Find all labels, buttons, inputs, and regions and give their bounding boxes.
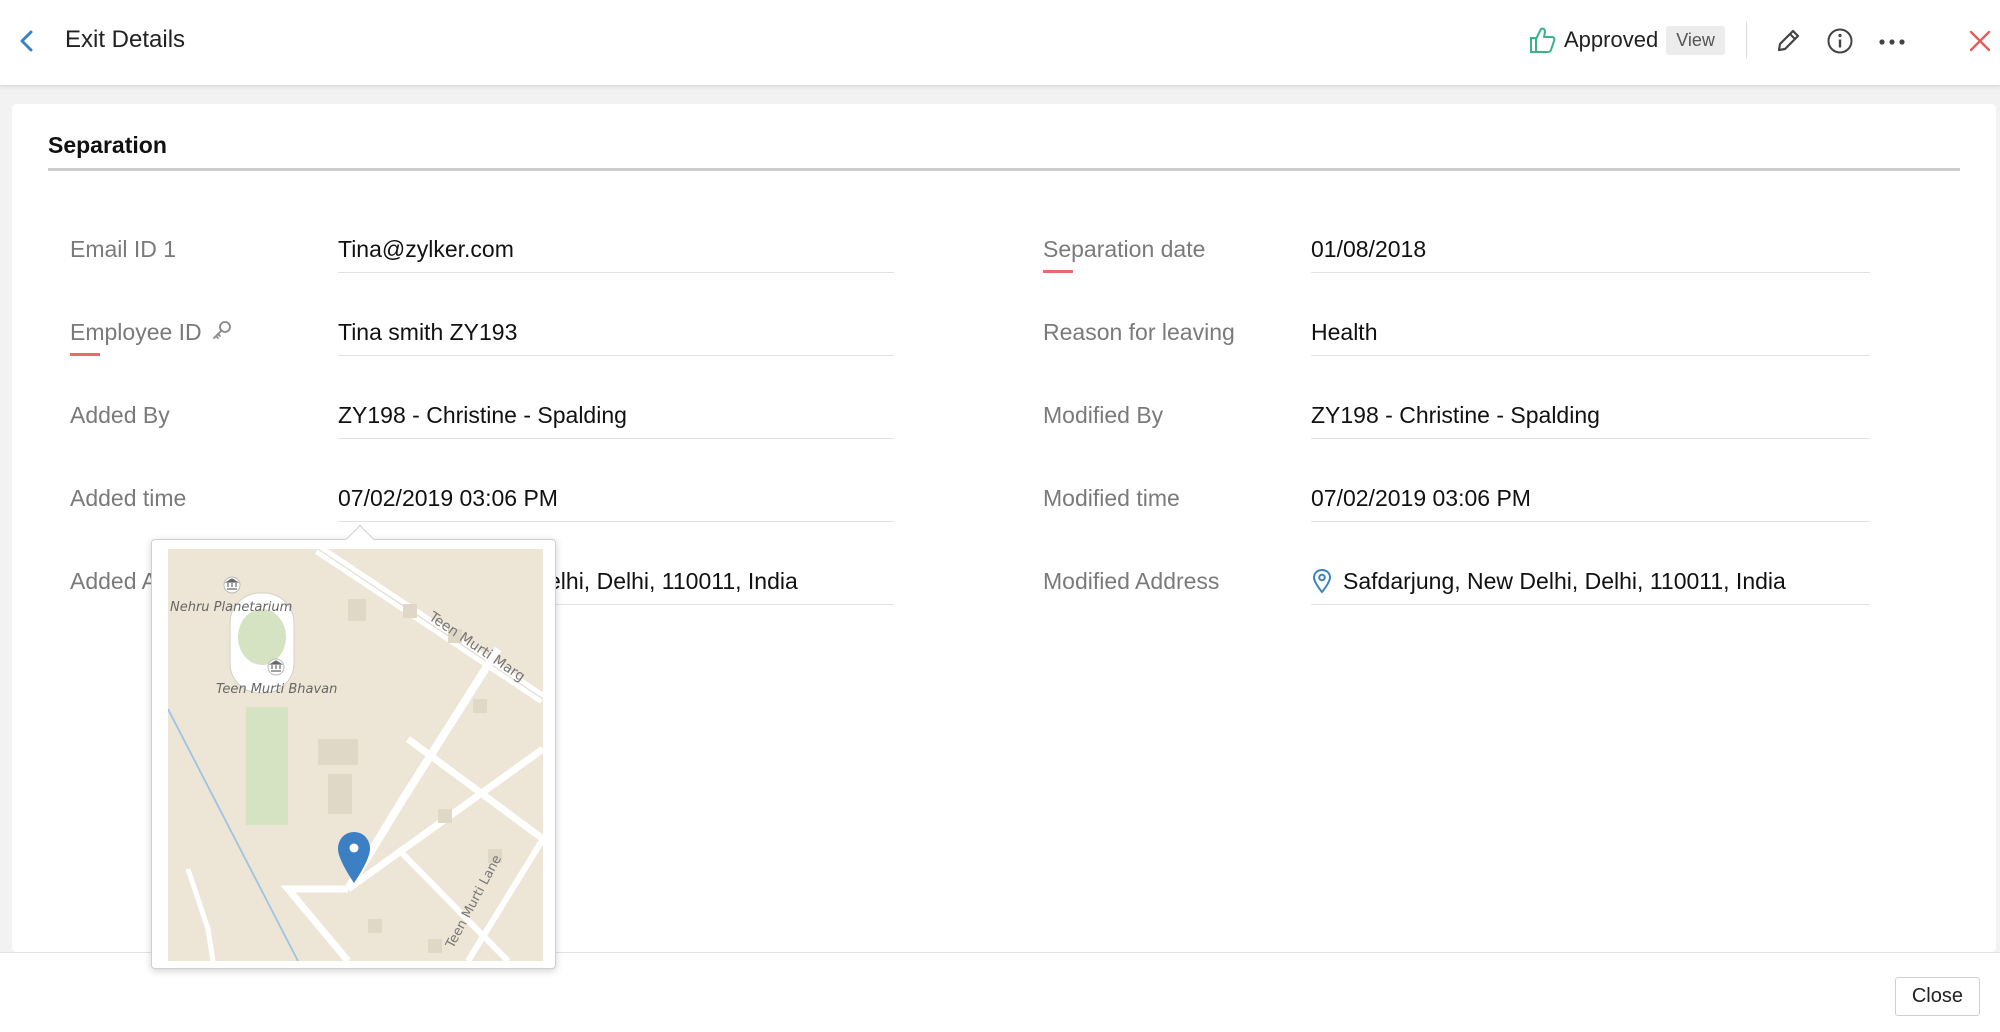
field-label: Added A [70, 568, 157, 594]
field-value: 07/02/2019 03:06 PM [1311, 485, 1531, 511]
field-email: Email ID 1 Tina@zylker.com [70, 218, 894, 300]
thumbs-up-icon [1530, 27, 1556, 53]
field-value: ZY198 - Christine - Spalding [1311, 402, 1600, 428]
section-divider [48, 168, 1960, 171]
location-map[interactable]: Nehru Planetarium Teen Murti Bhavan Teen… [168, 549, 543, 961]
field-employee-id: Employee ID Tina smith ZY193 [70, 301, 894, 383]
field-label: Modified By [1043, 402, 1164, 428]
field-underline [1311, 438, 1870, 439]
field-added-by: Added By ZY198 - Christine - Spalding [70, 384, 894, 466]
field-label: Email ID 1 [70, 236, 177, 262]
field-value: Tina@zylker.com [338, 236, 514, 262]
map-label-planetarium: Nehru Planetarium [170, 600, 292, 615]
field-label: Modified time [1043, 485, 1180, 511]
field-value: 07/02/2019 03:06 PM [338, 485, 558, 511]
field-value: Health [1311, 319, 1378, 345]
back-chevron-icon[interactable] [12, 26, 42, 56]
page-title: Exit Details [65, 26, 186, 53]
field-underline [338, 272, 894, 273]
field-underline [1311, 604, 1870, 605]
field-added-time: Added time 07/02/2019 03:06 PM [70, 467, 894, 549]
field-label: Added time [70, 485, 187, 511]
field-value: Tina smith ZY193 [338, 319, 518, 345]
more-horizontal-icon[interactable] [1875, 24, 1909, 58]
field-label: Added By [70, 402, 170, 428]
section-title: Separation [48, 132, 167, 158]
field-label: Employee ID [70, 319, 234, 346]
field-underline [338, 521, 894, 522]
field-underline [1311, 355, 1870, 356]
field-value: ZY198 - Christine - Spalding [338, 402, 627, 428]
field-underline [338, 438, 894, 439]
pencil-icon[interactable] [1771, 24, 1805, 58]
field-label: Reason for leaving [1043, 319, 1235, 345]
field-modified-by: Modified By ZY198 - Christine - Spalding [1043, 384, 1870, 466]
required-indicator [70, 353, 100, 356]
map-canvas: Nehru Planetarium Teen Murti Bhavan Teen… [168, 549, 543, 961]
close-icon[interactable] [1963, 24, 1997, 58]
map-label-bhavan: Teen Murti Bhavan [216, 682, 337, 697]
header-bar: Exit Details Approved View [0, 0, 2000, 86]
toolbar-divider [1746, 22, 1747, 58]
field-modified-time: Modified time 07/02/2019 03:06 PM [1043, 467, 1870, 549]
required-indicator [1043, 270, 1073, 273]
field-underline [1311, 272, 1870, 273]
view-approval-button[interactable]: View [1666, 25, 1725, 55]
info-icon[interactable] [1823, 24, 1857, 58]
approval-status-label: Approved [1564, 27, 1659, 52]
field-underline [1311, 521, 1870, 522]
field-value: 01/08/2018 [1311, 236, 1427, 262]
approval-status: Approved View [1528, 22, 1725, 58]
field-value[interactable]: Safdarjung, New Delhi, Delhi, 110011, In… [1343, 568, 1786, 595]
field-reason-for-leaving: Reason for leaving Health [1043, 301, 1870, 383]
field-value[interactable]: elhi, Delhi, 110011, India [548, 568, 798, 595]
field-modified-address: Modified Address Safdarjung, New Delhi, … [1043, 550, 1870, 632]
location-pin-icon[interactable] [1311, 568, 1333, 594]
field-label-text: Employee ID [70, 319, 202, 345]
field-label: Separation date [1043, 236, 1206, 262]
field-label: Modified Address [1043, 568, 1220, 594]
close-button[interactable]: Close [1894, 977, 1980, 1016]
museum-icon [267, 658, 285, 676]
museum-icon [223, 576, 241, 594]
field-separation-date: Separation date 01/08/2018 [1043, 218, 1870, 300]
map-popover: Nehru Planetarium Teen Murti Bhavan Teen… [151, 524, 556, 969]
field-underline [338, 355, 894, 356]
key-icon [213, 321, 231, 339]
